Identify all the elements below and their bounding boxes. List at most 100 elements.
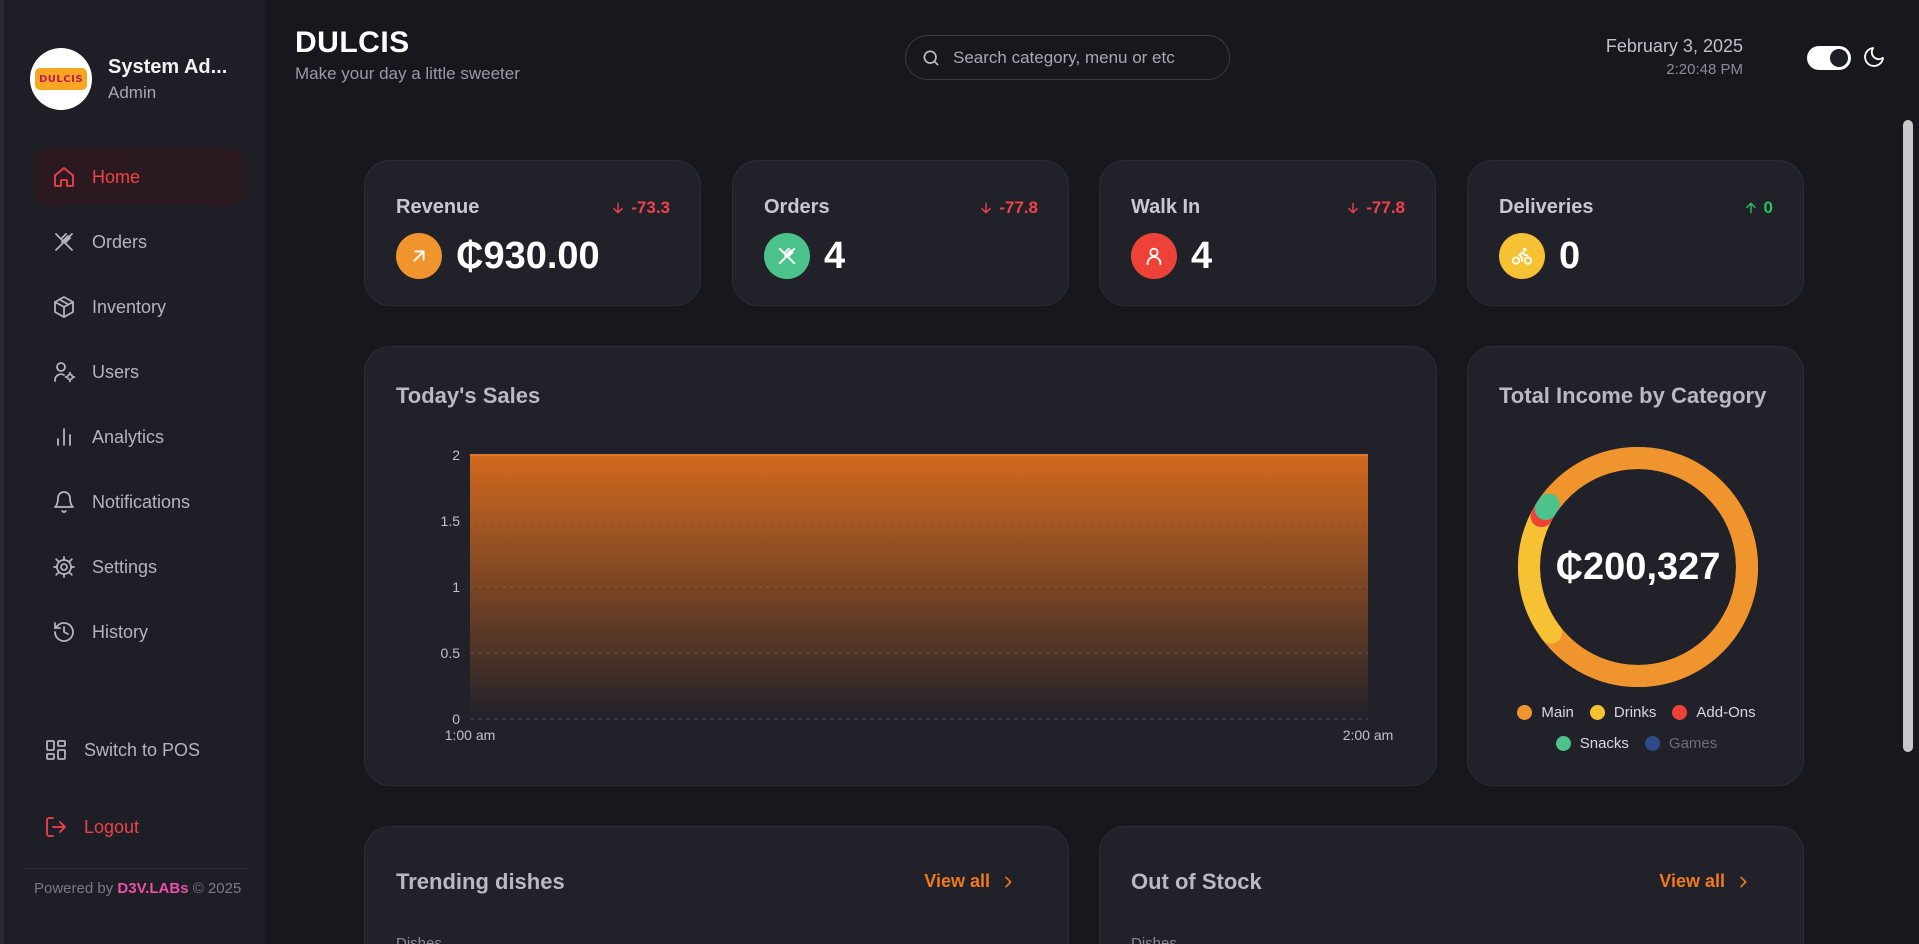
legend-label: Snacks	[1579, 735, 1629, 752]
sidebar-nav: Home Orders Inventory Users Analytics No…	[34, 148, 244, 668]
current-time: 2:20:48 PM	[1666, 61, 1743, 78]
sidebar: DULCIS System Ad... Admin Home Orders In…	[0, 0, 265, 944]
chevron-right-icon	[1740, 876, 1747, 887]
sidebar-item-users[interactable]: Users	[34, 343, 244, 401]
sidebar-item-label: Users	[92, 361, 140, 382]
stat-change: -77.8	[979, 198, 1038, 218]
sidebar-item-history[interactable]: History	[34, 603, 244, 661]
income-by-category-card: Total Income by Category ₵200,327 Main Dr…	[1467, 346, 1804, 786]
deliveries-icon-badge	[1499, 233, 1545, 279]
switch-to-pos-button[interactable]: Switch to POS	[44, 738, 200, 762]
sales-area	[470, 455, 1368, 719]
stat-change: -77.8	[1346, 198, 1405, 218]
search-bar[interactable]	[905, 35, 1230, 80]
stat-value: ₵930.00	[456, 235, 600, 277]
y-tick-label: 2	[452, 447, 460, 463]
search-input[interactable]	[953, 47, 1213, 68]
arrow-up-icon	[1745, 202, 1756, 214]
avatar: DULCIS	[30, 48, 92, 110]
chart-legend: Main Drinks Add-Ons Snacks Games	[1468, 704, 1805, 766]
sidebar-item-label: Home	[92, 166, 141, 187]
stat-label: Walk In	[1131, 196, 1201, 218]
sales-chart: 0 0.5 1 1.5 2 1:00 am 2:00 am	[441, 447, 1394, 743]
user-icon	[1146, 247, 1162, 266]
legend-item-drinks[interactable]: Drinks	[1589, 704, 1657, 721]
bar-chart-icon	[57, 428, 71, 446]
sidebar-item-label: Settings	[92, 556, 158, 577]
y-tick-label: 1.5	[441, 513, 461, 529]
profile-role: Admin	[108, 82, 157, 102]
legend-swatch	[1672, 705, 1688, 720]
stat-label: Orders	[764, 196, 830, 218]
logout-label: Logout	[84, 816, 140, 837]
legend-item-add-ons[interactable]: Add-Ons	[1672, 704, 1756, 721]
stat-value: 4	[824, 235, 846, 277]
stat-value: 0	[1559, 235, 1581, 277]
switch-to-pos-label: Switch to POS	[84, 739, 201, 760]
utensils-icon	[55, 233, 73, 251]
legend-label: Main	[1541, 704, 1574, 721]
brand: DULCIS Make your day a little sweeter	[295, 26, 520, 84]
footer-brand-link[interactable]: D3V.LABs	[117, 880, 188, 897]
sidebar-item-inventory[interactable]: Inventory	[34, 278, 244, 336]
trending-dishes-card: Trending dishes View all Dishes	[364, 826, 1069, 944]
legend-label: Drinks	[1613, 704, 1657, 721]
x-tick-label: 1:00 am	[445, 727, 496, 743]
deliveries-card: Deliveries 0 0	[1467, 160, 1804, 306]
theme-toggle[interactable]	[1807, 46, 1851, 70]
stat-change: -73.3	[611, 198, 670, 218]
legend-label: Add-Ons	[1696, 704, 1756, 721]
moon-icon[interactable]	[1862, 45, 1886, 69]
legend-swatch	[1644, 736, 1660, 751]
revenue-card: Revenue -73.3 ₵930.00	[364, 160, 701, 306]
current-date: February 3, 2025	[1605, 36, 1743, 56]
logout-button[interactable]: Logout	[44, 815, 139, 839]
legend-swatch	[1517, 705, 1533, 720]
x-tick-label: 2:00 am	[1343, 727, 1394, 743]
page-title: DULCIS	[295, 26, 410, 59]
scrollbar[interactable]	[1903, 120, 1913, 752]
page-subtitle: Make your day a little sweeter	[295, 64, 520, 83]
legend-swatch	[1555, 736, 1571, 751]
legend-swatch	[1589, 705, 1605, 720]
trending-view-all-link[interactable]: View all	[924, 871, 1016, 892]
box-icon	[54, 296, 74, 318]
arrow-down-icon	[613, 202, 624, 214]
sidebar-item-analytics[interactable]: Analytics	[34, 408, 244, 466]
sidebar-item-settings[interactable]: Settings	[34, 538, 244, 596]
out-of-stock-title: Out of Stock	[1131, 869, 1262, 894]
utensils-icon	[778, 247, 796, 265]
sidebar-item-label: Notifications	[92, 491, 191, 512]
sidebar-item-home[interactable]: Home	[34, 148, 244, 206]
sidebar-item-label: Orders	[92, 231, 148, 252]
sidebar-item-orders[interactable]: Orders	[34, 213, 244, 271]
revenue-icon-badge	[396, 233, 442, 279]
home-icon	[54, 167, 74, 187]
search-icon	[923, 50, 939, 65]
stat-label: Deliveries	[1499, 196, 1594, 218]
column-header: Dishes	[1131, 935, 1177, 944]
sales-chart-card: Today's Sales 0 0.5 1 1.5 2 1:00 am 2:00 am	[364, 346, 1437, 786]
trending-title: Trending dishes	[396, 869, 565, 894]
sidebar-item-notifications[interactable]: Notifications	[34, 473, 244, 531]
stat-value: 4	[1191, 235, 1213, 277]
legend-item-main[interactable]: Main	[1517, 704, 1574, 721]
legend-label: Games	[1668, 735, 1718, 752]
sidebar-divider	[24, 868, 249, 869]
out-of-stock-view-all-link[interactable]: View all	[1659, 871, 1751, 892]
legend-item-snacks[interactable]: Snacks	[1555, 735, 1629, 752]
profile[interactable]: DULCIS System Ad... Admin	[30, 48, 234, 110]
profile-name: System Ad...	[108, 55, 228, 78]
arrow-up-right-icon	[413, 250, 425, 262]
orders-card: Orders -77.8 4	[732, 160, 1069, 306]
walk-in-icon-badge	[1131, 233, 1177, 279]
legend-item-games[interactable]: Games	[1644, 735, 1718, 752]
y-tick-label: 1	[452, 579, 460, 595]
powered-by: Powered by D3V.LABs © 2025	[34, 880, 242, 897]
user-cog-icon	[54, 362, 76, 383]
arrow-down-icon	[981, 202, 992, 214]
sidebar-item-label: Analytics	[92, 426, 165, 447]
walk-in-card: Walk In -77.8 4	[1099, 160, 1436, 306]
logo: DULCIS	[35, 68, 87, 90]
chevron-right-icon	[1005, 876, 1012, 887]
